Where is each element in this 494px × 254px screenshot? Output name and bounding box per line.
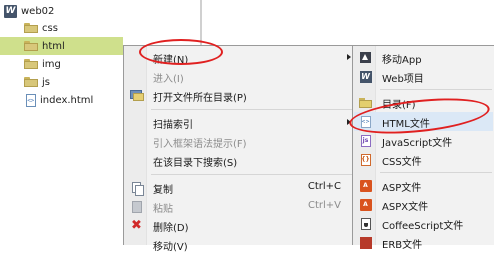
aspx-file-icon: A [359,198,372,211]
menu-item-paste: 粘贴 Ctrl+V [125,197,357,216]
menu-item-label: 新建(N) [153,55,189,66]
tree-item-label: web02 [21,5,55,17]
menu-separator [380,172,492,173]
menu-item-label: 进入(I) [153,74,184,85]
submenu-item-directory[interactable]: 目录(F) [354,93,493,112]
menu-item-label: 移动(V) [153,242,188,253]
menu-item-label: 打开文件所在目录(P) [153,93,247,104]
tree-item-js[interactable]: js [0,73,123,91]
menu-item-new[interactable]: 新建(N) [125,48,357,67]
web-project-icon: W [4,4,17,18]
menu-item-label: 粘贴 [153,204,173,215]
html-file-icon [26,93,36,107]
tree-item-label: index.html [40,94,94,106]
menu-separator [380,89,492,90]
menu-item-label: HTML文件 [382,119,430,130]
submenu-item-css-file[interactable]: {} CSS文件 [354,150,493,169]
menu-item-label: 复制 [153,185,173,196]
submenu-item-aspx-file[interactable]: A ASPX文件 [354,195,493,214]
tree-item-label: js [42,76,50,88]
folder-icon [24,41,38,51]
tree-item-label: img [42,58,61,70]
menu-separator [151,174,356,175]
menu-item-label: 删除(D) [153,223,189,234]
menu-item-label: 扫描索引 [153,120,193,131]
paste-icon [130,200,143,213]
asp-file-icon: A [359,179,372,192]
tree-item-label: css [42,22,58,34]
menu-item-shortcut: Ctrl+C [307,181,341,192]
new-submenu: 移动App W Web项目 目录(F) <> HTML文件 js JavaScr… [352,45,494,251]
menu-item-label: Web项目 [382,74,424,85]
menu-item-enter: 进入(I) [125,67,357,86]
submenu-item-html-file[interactable]: <> HTML文件 [354,112,493,131]
menu-item-scan-index[interactable]: 扫描索引 [125,113,357,132]
menu-item-import-framework-hints: 引入框架语法提示(F) [125,132,357,151]
folder-icon [24,77,38,87]
menu-item-label: ERB文件 [382,240,423,251]
folder-icon [24,59,38,69]
menu-item-label: 目录(F) [382,100,416,111]
menu-item-delete[interactable]: ✖ 删除(D) [125,216,357,235]
menu-item-label: CSS文件 [382,157,422,168]
menu-item-shortcut: Ctrl+V [307,200,341,211]
web-project-icon: W [359,70,372,83]
submenu-arrow-icon [347,119,351,125]
erb-file-icon [359,236,372,249]
delete-icon: ✖ [131,218,142,233]
menu-item-label: JavaScript文件 [382,138,453,149]
open-folder-icon [130,89,144,102]
folder-icon [24,23,38,33]
css-file-icon: {} [359,153,372,166]
context-menu: 新建(N) 进入(I) 打开文件所在目录(P) 扫描索引 引入框架语法提示(F)… [123,45,359,253]
tree-item-html[interactable]: html [0,37,123,55]
js-file-icon: js [359,134,372,147]
tree-item-index-html[interactable]: index.html [0,91,123,109]
menu-item-label: 在该目录下搜索(S) [153,158,238,169]
copy-icon [130,181,144,196]
menu-item-open-containing-folder[interactable]: 打开文件所在目录(P) [125,86,357,105]
submenu-item-asp-file[interactable]: A ASP文件 [354,176,493,195]
coffeescript-file-icon [359,217,372,230]
submenu-item-coffeescript-file[interactable]: CoffeeScript文件 [354,214,493,233]
tree-item-img[interactable]: img [0,55,123,73]
menu-item-label: CoffeeScript文件 [382,221,464,232]
submenu-arrow-icon [347,54,351,60]
menu-item-label: ASP文件 [382,183,422,194]
editor-area [202,0,494,45]
submenu-item-mobile-app[interactable]: 移动App [354,48,493,67]
folder-icon [359,96,372,109]
menu-item-copy[interactable]: 复制 Ctrl+C [125,178,357,197]
html-file-icon: <> [359,115,372,128]
app-icon [359,51,372,64]
menu-item-label: ASPX文件 [382,202,429,213]
menu-separator [151,109,356,110]
menu-item-label: 移动App [382,55,422,66]
tree-item-project[interactable]: W web02 [4,2,54,20]
submenu-item-web-project[interactable]: W Web项目 [354,67,493,86]
menu-item-search-in-folder[interactable]: 在该目录下搜索(S) [125,151,357,170]
submenu-item-erb-file[interactable]: ERB文件 [354,233,493,252]
tree-item-css[interactable]: css [0,19,200,37]
menu-item-label: 引入框架语法提示(F) [153,139,247,150]
submenu-item-javascript-file[interactable]: js JavaScript文件 [354,131,493,150]
tree-item-label: html [42,40,65,52]
